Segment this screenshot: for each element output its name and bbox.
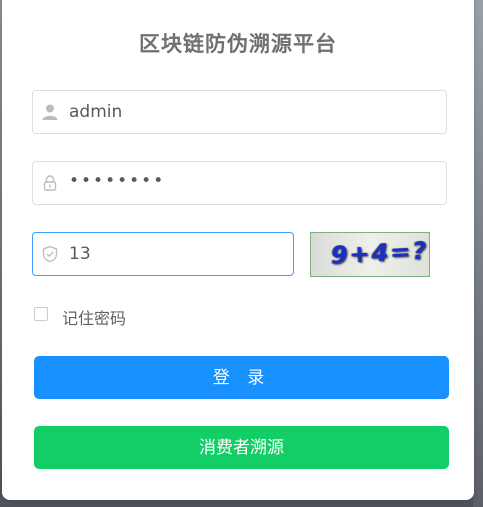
username-value: admin bbox=[69, 102, 123, 122]
captcha-field[interactable]: 13 bbox=[32, 232, 294, 276]
remember-checkbox[interactable] bbox=[34, 307, 48, 321]
lock-icon bbox=[41, 174, 59, 192]
captcha-value: 13 bbox=[69, 244, 91, 264]
captcha-image-text: 9+4=? bbox=[330, 236, 430, 270]
remember-label: 记住密码 bbox=[62, 309, 127, 328]
consumer-trace-button[interactable]: 消费者溯源 bbox=[34, 426, 449, 469]
page-title: 区块链防伪溯源平台 bbox=[139, 32, 337, 56]
password-field[interactable]: •••••••• bbox=[32, 161, 447, 205]
shield-icon bbox=[41, 245, 59, 263]
username-field[interactable]: admin bbox=[32, 90, 447, 134]
user-icon bbox=[41, 103, 59, 121]
background-edge bbox=[473, 0, 483, 507]
login-button[interactable]: 登 录 bbox=[34, 356, 449, 399]
password-value: •••••••• bbox=[69, 171, 166, 191]
captcha-image[interactable]: 9+4=? bbox=[310, 232, 430, 277]
login-card: 区块链防伪溯源平台 admin •••••••• 13 9+4=? 记住密码 登… bbox=[2, 0, 474, 500]
